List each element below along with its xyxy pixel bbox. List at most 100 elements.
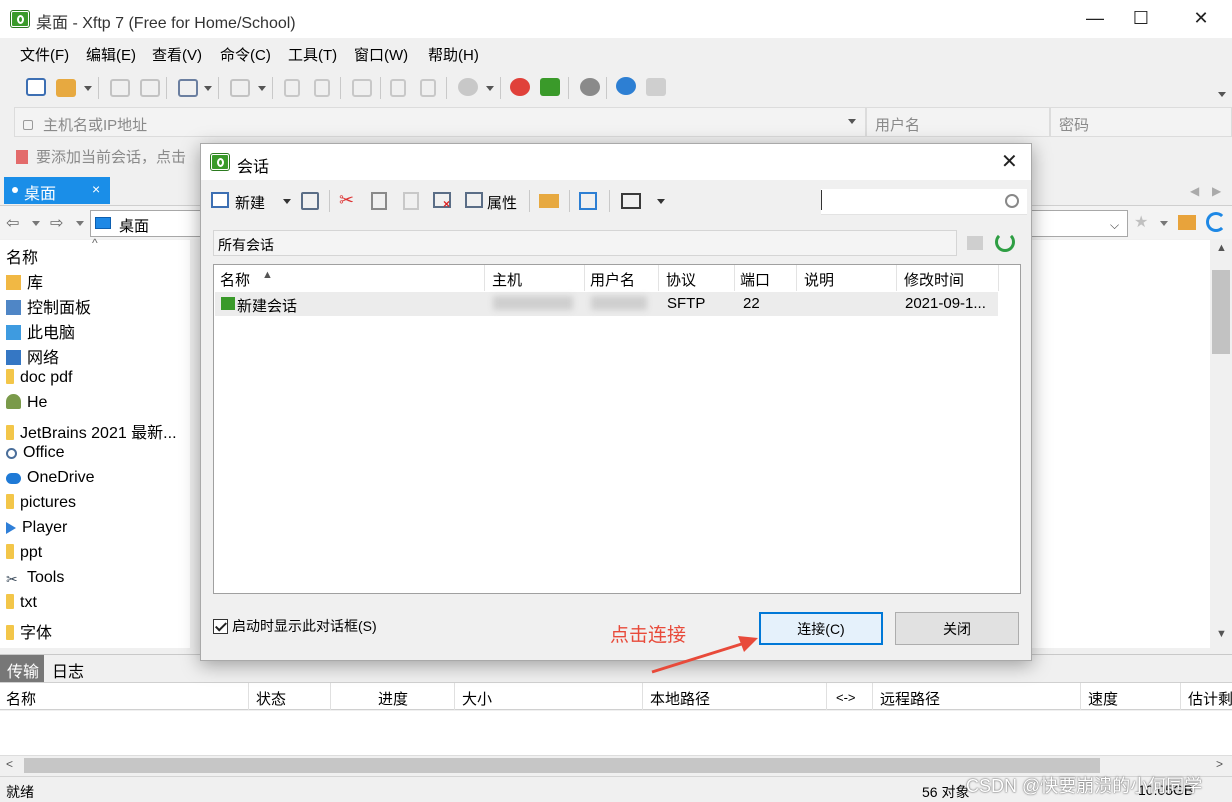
dialog-close-icon[interactable]: ✕ xyxy=(1001,149,1018,174)
cut-icon[interactable]: ✂ xyxy=(339,190,354,211)
chat-bubble-icon[interactable] xyxy=(646,78,666,96)
col-username[interactable]: 用户名 xyxy=(590,269,635,290)
col-direction[interactable]: <-> xyxy=(836,690,856,705)
paste-icon[interactable] xyxy=(420,79,436,97)
remote-scrollbar[interactable]: ▲ ▼ xyxy=(1210,240,1232,648)
close-window-button[interactable]: ✕ xyxy=(1178,0,1224,38)
show-on-startup-checkbox[interactable]: 启动时显示此对话框(S) xyxy=(213,616,377,636)
menu-tools[interactable]: 工具(T) xyxy=(288,44,337,65)
properties-button[interactable]: 属性 xyxy=(487,192,517,213)
chevron-down-icon[interactable] xyxy=(283,199,291,204)
scroll-left-icon[interactable]: < xyxy=(6,757,13,771)
col-host[interactable]: 主机 xyxy=(492,269,522,290)
xshell-icon[interactable] xyxy=(510,78,530,96)
menu-file[interactable]: 文件(F) xyxy=(20,44,69,65)
col-name[interactable]: 名称 xyxy=(6,688,36,709)
remote-path-input[interactable]: ⌵ xyxy=(1032,210,1128,237)
chevron-down-icon[interactable]: ⌵ xyxy=(1110,218,1119,233)
chevron-down-icon[interactable] xyxy=(1160,221,1168,226)
col-size[interactable]: 大小 xyxy=(462,688,492,709)
home-folder-icon[interactable] xyxy=(1178,215,1196,230)
shortcut-arrow-icon[interactable] xyxy=(579,192,597,210)
copy-icon[interactable] xyxy=(371,192,387,210)
open-folder-icon[interactable] xyxy=(539,194,559,208)
search-icon[interactable] xyxy=(1005,194,1019,208)
session-row[interactable]: 新建会话 SFTP 22 2021-09-1... xyxy=(215,292,998,316)
forward-arrow-icon[interactable]: ⇨ xyxy=(50,213,63,233)
properties-gear-icon[interactable] xyxy=(178,79,198,97)
menu-view[interactable]: 查看(V) xyxy=(152,44,202,65)
pane-splitter[interactable] xyxy=(190,240,200,648)
tab-close-icon[interactable]: × xyxy=(92,181,100,197)
connect-link-icon[interactable] xyxy=(110,79,130,97)
settings-gear-icon[interactable] xyxy=(580,78,600,96)
help-icon[interactable] xyxy=(616,77,636,95)
host-dropdown-icon[interactable] xyxy=(848,119,856,124)
tree-item-office[interactable]: Office xyxy=(6,444,65,466)
chevron-down-icon[interactable] xyxy=(657,199,665,204)
disconnect-link-icon[interactable] xyxy=(140,79,160,97)
globe-icon[interactable] xyxy=(458,78,478,96)
col-local-path[interactable]: 本地路径 xyxy=(650,688,710,709)
password-input[interactable]: 密码 xyxy=(1050,107,1232,137)
chevron-down-icon[interactable] xyxy=(32,221,40,226)
tree-item-tools[interactable]: ✂ Tools xyxy=(6,569,64,591)
view-mode-icon[interactable] xyxy=(621,193,641,209)
host-input[interactable]: 主机名或IP地址 xyxy=(14,107,866,137)
toolbar-overflow-icon[interactable] xyxy=(1218,92,1226,97)
tree-item-network[interactable]: 网络 xyxy=(6,344,59,367)
tab-log[interactable]: 日志 xyxy=(52,658,84,682)
refresh-sessions-icon[interactable] xyxy=(995,232,1015,252)
tree-item-fonts[interactable]: 字体 xyxy=(6,619,52,642)
tree-item-jetbrains[interactable]: JetBrains 2021 最新... xyxy=(6,419,177,442)
refresh-icon[interactable] xyxy=(1206,212,1226,232)
chevron-down-icon[interactable] xyxy=(258,86,266,91)
delete-session-icon[interactable]: × xyxy=(433,192,451,211)
tree-header-name[interactable]: 名称 xyxy=(6,244,38,268)
scroll-down-icon[interactable]: ▼ xyxy=(1216,628,1227,640)
new-session-icon[interactable] xyxy=(26,78,46,96)
chevron-down-icon[interactable] xyxy=(76,221,84,226)
tree-item-doc-pdf[interactable]: doc pdf xyxy=(6,369,72,391)
save-session-icon[interactable] xyxy=(301,192,319,210)
col-port[interactable]: 端口 xyxy=(740,269,770,290)
star-favorites-icon[interactable]: ★ xyxy=(1134,212,1148,232)
col-progress[interactable]: 进度 xyxy=(378,688,408,709)
tree-item-control-panel[interactable]: 控制面板 xyxy=(6,294,91,317)
document-icon[interactable] xyxy=(314,79,330,97)
chevron-down-icon[interactable] xyxy=(204,86,212,91)
chevron-down-icon[interactable] xyxy=(84,86,92,91)
col-remote-path[interactable]: 远程路径 xyxy=(880,688,940,709)
tree-item-player[interactable]: Player xyxy=(6,519,67,541)
maximize-button[interactable]: ☐ xyxy=(1118,0,1164,38)
open-folder-icon[interactable] xyxy=(56,79,76,97)
session-search-input[interactable] xyxy=(821,189,1027,215)
tab-desktop[interactable]: 桌面 × xyxy=(4,177,110,204)
folder-up-icon[interactable] xyxy=(967,236,983,250)
col-protocol[interactable]: 协议 xyxy=(666,269,696,290)
col-session-name[interactable]: 名称 xyxy=(220,269,250,290)
tree-item-onedrive[interactable]: OneDrive xyxy=(6,469,95,491)
local-path-input[interactable]: 桌面 xyxy=(90,210,202,237)
menu-command[interactable]: 命令(C) xyxy=(220,44,271,65)
menu-edit[interactable]: 编辑(E) xyxy=(86,44,136,65)
menu-help[interactable]: 帮助(H) xyxy=(428,44,479,65)
col-description[interactable]: 说明 xyxy=(804,269,834,290)
username-input[interactable]: 用户名 xyxy=(866,107,1050,137)
scroll-right-icon[interactable]: > xyxy=(1216,757,1223,771)
col-speed[interactable]: 速度 xyxy=(1088,688,1118,709)
tree-item-library[interactable]: 库 xyxy=(6,269,43,292)
transfer-icon[interactable] xyxy=(230,79,250,97)
tab-transfers[interactable]: 传输 xyxy=(0,655,44,682)
menu-window[interactable]: 窗口(W) xyxy=(354,44,408,65)
chevron-down-icon[interactable] xyxy=(486,86,494,91)
connect-button[interactable]: 连接(C) xyxy=(759,612,883,645)
tree-item-ppt[interactable]: ppt xyxy=(6,544,42,566)
close-button[interactable]: 关闭 xyxy=(895,612,1019,645)
col-modified[interactable]: 修改时间 xyxy=(904,269,964,290)
tree-item-he[interactable]: He xyxy=(6,394,47,416)
new-session-icon[interactable] xyxy=(211,192,229,208)
document-icon[interactable] xyxy=(284,79,300,97)
sync-arrows-icon[interactable] xyxy=(352,79,372,97)
col-status[interactable]: 状态 xyxy=(256,688,286,709)
